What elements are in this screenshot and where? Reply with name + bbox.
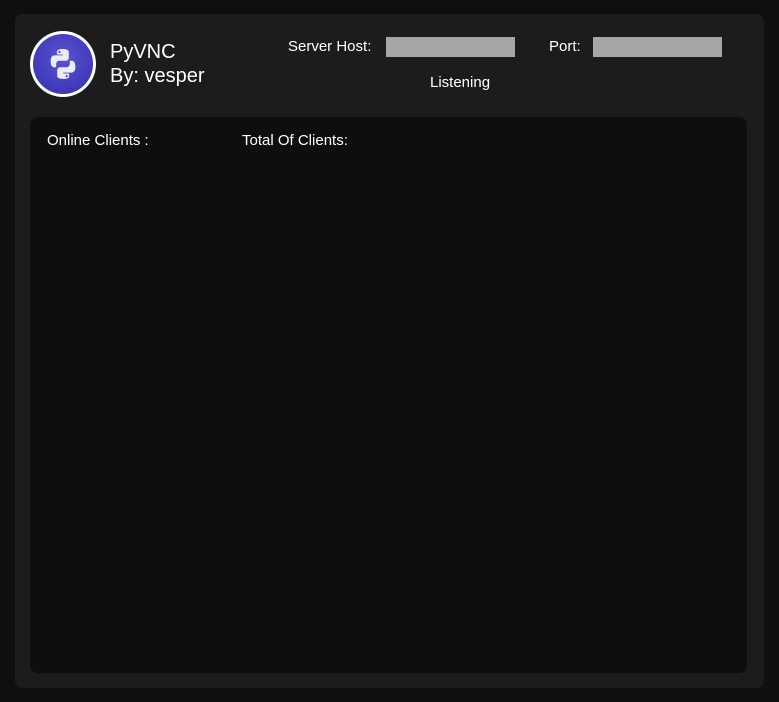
port-label: Port:	[549, 38, 581, 55]
main-window: PyVNC By: vesper Server Host: Port: List…	[15, 14, 764, 688]
clients-panel: Online Clients : Total Of Clients:	[30, 117, 747, 673]
app-logo	[30, 31, 96, 97]
total-clients-label: Total Of Clients:	[242, 132, 348, 149]
server-status: Listening	[430, 74, 491, 91]
server-host-label: Server Host:	[288, 38, 372, 55]
python-logo-icon	[33, 34, 93, 94]
port-input[interactable]	[593, 37, 722, 57]
server-host-input[interactable]	[386, 37, 515, 57]
app-title: PyVNC	[110, 41, 176, 63]
online-clients-label: Online Clients :	[47, 132, 149, 149]
app-author: By: vesper	[110, 65, 205, 87]
